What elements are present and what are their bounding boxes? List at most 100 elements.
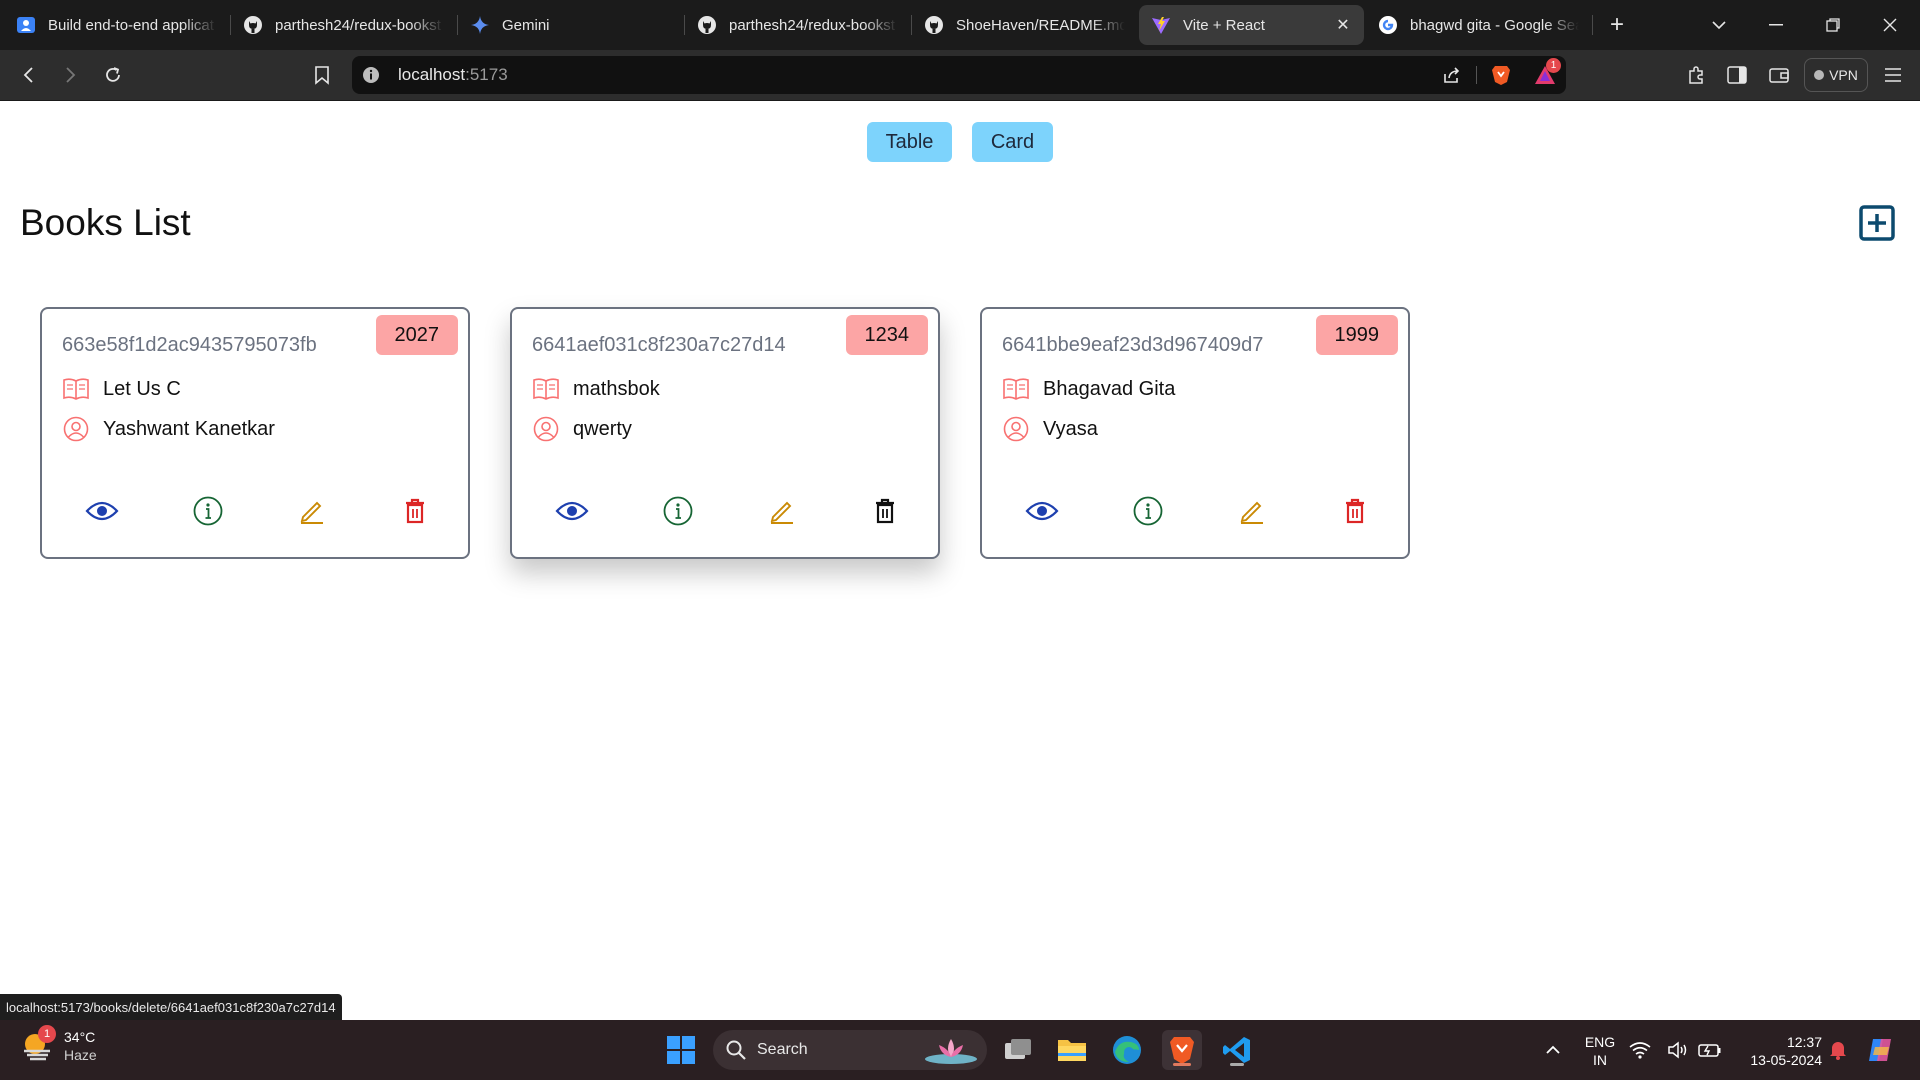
extensions-icon[interactable] (1680, 59, 1712, 91)
clock[interactable]: 12:37 13-05-2024 (1730, 1033, 1822, 1069)
show-book-eye-icon[interactable] (1024, 493, 1060, 529)
share-icon[interactable] (1442, 65, 1462, 90)
book-author-row: qwerty (532, 415, 632, 443)
start-windows-icon[interactable] (661, 1030, 701, 1070)
browser-tab-vite-react[interactable]: Vite + React ✕ (1139, 5, 1364, 45)
new-tab-button[interactable]: + (1597, 5, 1637, 45)
taskbar-search-box[interactable]: Search (713, 1030, 987, 1070)
publish-year-badge: 1234 (845, 315, 928, 355)
close-window-button[interactable] (1862, 0, 1918, 50)
volume-icon[interactable] (1666, 1030, 1690, 1070)
edit-book-pencil-icon[interactable] (1234, 493, 1270, 529)
task-view-icon[interactable] (998, 1030, 1038, 1070)
book-title-row: Let Us C (62, 375, 181, 403)
language-indicator[interactable]: ENG IN (1580, 1033, 1620, 1069)
address-bar[interactable]: localhost:5173 1 (352, 56, 1566, 94)
book-author: Vyasa (1043, 417, 1098, 440)
forward-button[interactable] (54, 59, 86, 91)
book-info-icon[interactable] (1130, 493, 1166, 529)
vscode-icon[interactable] (1217, 1030, 1257, 1070)
sidebar-icon[interactable] (1721, 59, 1753, 91)
lotus-search-highlight-icon (925, 1039, 977, 1064)
url-text: localhost:5173 (398, 65, 508, 84)
table-view-button[interactable]: Table (867, 122, 952, 162)
menu-icon[interactable] (1877, 59, 1909, 91)
card-actions (42, 493, 468, 529)
user-circle-icon (62, 415, 90, 443)
notification-bell-icon[interactable] (1825, 1030, 1851, 1070)
windows-taskbar: 1 34°C Haze Search ENG IN 12:37 13-05-20… (0, 1020, 1920, 1080)
browser-tab-bar: Build end-to-end applicat parthesh24/red… (0, 0, 1920, 50)
site-info-icon[interactable] (362, 66, 380, 84)
search-icon (726, 1040, 746, 1060)
clock-date: 13-05-2024 (1750, 1052, 1822, 1068)
delete-book-trash-icon[interactable] (397, 493, 433, 529)
book-author: qwerty (573, 417, 632, 440)
browser-tab-github-1[interactable]: parthesh24/redux-bookst (231, 5, 458, 45)
brave-shields-icon[interactable] (1490, 64, 1512, 91)
page-title: Books List (20, 202, 191, 243)
delete-book-trash-icon[interactable] (867, 493, 903, 529)
tab-divider (1592, 15, 1593, 35)
browser-tab-build[interactable]: Build end-to-end applicat (4, 5, 231, 45)
brave-browser-taskbar-icon[interactable] (1162, 1030, 1202, 1070)
vpn-button[interactable]: VPN (1804, 58, 1868, 92)
edit-book-pencil-icon[interactable] (294, 493, 330, 529)
language-code: ENG (1584, 1034, 1616, 1050)
book-card: 1999 6641bbe9eaf23d3d967409d7 Bhagavad G… (980, 307, 1410, 559)
back-button[interactable] (13, 59, 45, 91)
book-card: 2027 663e58f1d2ac9435795073fb Let Us C Y… (40, 307, 470, 559)
weather-text: 34°C Haze (64, 1028, 97, 1064)
edit-book-pencil-icon[interactable] (764, 493, 800, 529)
book-info-icon[interactable] (190, 493, 226, 529)
browser-tab-title: parthesh24/redux-bookst (275, 16, 441, 34)
show-book-eye-icon[interactable] (554, 493, 590, 529)
browser-tab-github-2[interactable]: parthesh24/redux-bookst (685, 5, 912, 45)
book-info-icon[interactable] (660, 493, 696, 529)
toolbar-divider (1476, 66, 1477, 84)
browser-tab-title: Vite + React (1183, 16, 1265, 34)
publish-year-badge: 1999 (1315, 315, 1398, 355)
browser-tab-github-3[interactable]: ShoeHaven/README.md (912, 5, 1137, 45)
tab-search-chevron-icon[interactable] (1691, 0, 1747, 50)
browser-tab-google[interactable]: bhagwd gita - Google Sea (1366, 5, 1593, 45)
weather-temperature: 34°C (64, 1029, 96, 1045)
add-book-button[interactable] (1859, 205, 1895, 241)
show-hidden-icons-chevron-icon[interactable] (1533, 1030, 1573, 1070)
github-icon (697, 15, 717, 35)
battery-icon[interactable] (1696, 1030, 1724, 1070)
card-view-button[interactable]: Card (972, 122, 1053, 162)
bookmark-icon[interactable] (306, 59, 338, 91)
delete-book-trash-icon[interactable] (1337, 493, 1373, 529)
google-icon (1378, 15, 1398, 35)
weather-widget[interactable]: 1 34°C Haze (20, 1025, 97, 1064)
browser-tab-title: bhagwd gita - Google Sea (1410, 16, 1579, 34)
taskbar-search-label: Search (757, 1041, 808, 1058)
minimize-button[interactable] (1748, 0, 1804, 50)
browser-tab-gemini[interactable]: Gemini (458, 5, 685, 45)
file-explorer-icon[interactable] (1052, 1030, 1092, 1070)
region-code: IN (1593, 1052, 1607, 1068)
open-book-icon (1002, 375, 1030, 403)
show-book-eye-icon[interactable] (84, 493, 120, 529)
wifi-icon[interactable] (1628, 1030, 1652, 1070)
edge-browser-icon[interactable] (1107, 1030, 1147, 1070)
copilot-icon[interactable] (1860, 1030, 1900, 1070)
reload-button[interactable] (97, 59, 129, 91)
user-circle-icon (532, 415, 560, 443)
vpn-status-icon (1814, 70, 1825, 80)
book-id: 6641bbe9eaf23d3d967409d7 (1002, 334, 1264, 356)
book-author-row: Vyasa (1002, 415, 1098, 443)
publish-year-badge: 2027 (375, 315, 458, 355)
running-indicator (1173, 1063, 1191, 1066)
open-book-icon (62, 375, 90, 403)
open-book-icon (532, 375, 560, 403)
wallet-icon[interactable] (1763, 59, 1795, 91)
restore-button[interactable] (1805, 0, 1861, 50)
close-tab-icon[interactable]: ✕ (1334, 16, 1352, 34)
book-id: 6641aef031c8f230a7c27d14 (532, 334, 786, 356)
running-indicator (1230, 1063, 1244, 1066)
book-title-row: Bhagavad Gita (1002, 375, 1175, 403)
plus-square-icon (1859, 205, 1895, 241)
link-hover-status-bar: localhost:5173/books/delete/6641aef031c8… (0, 994, 342, 1020)
